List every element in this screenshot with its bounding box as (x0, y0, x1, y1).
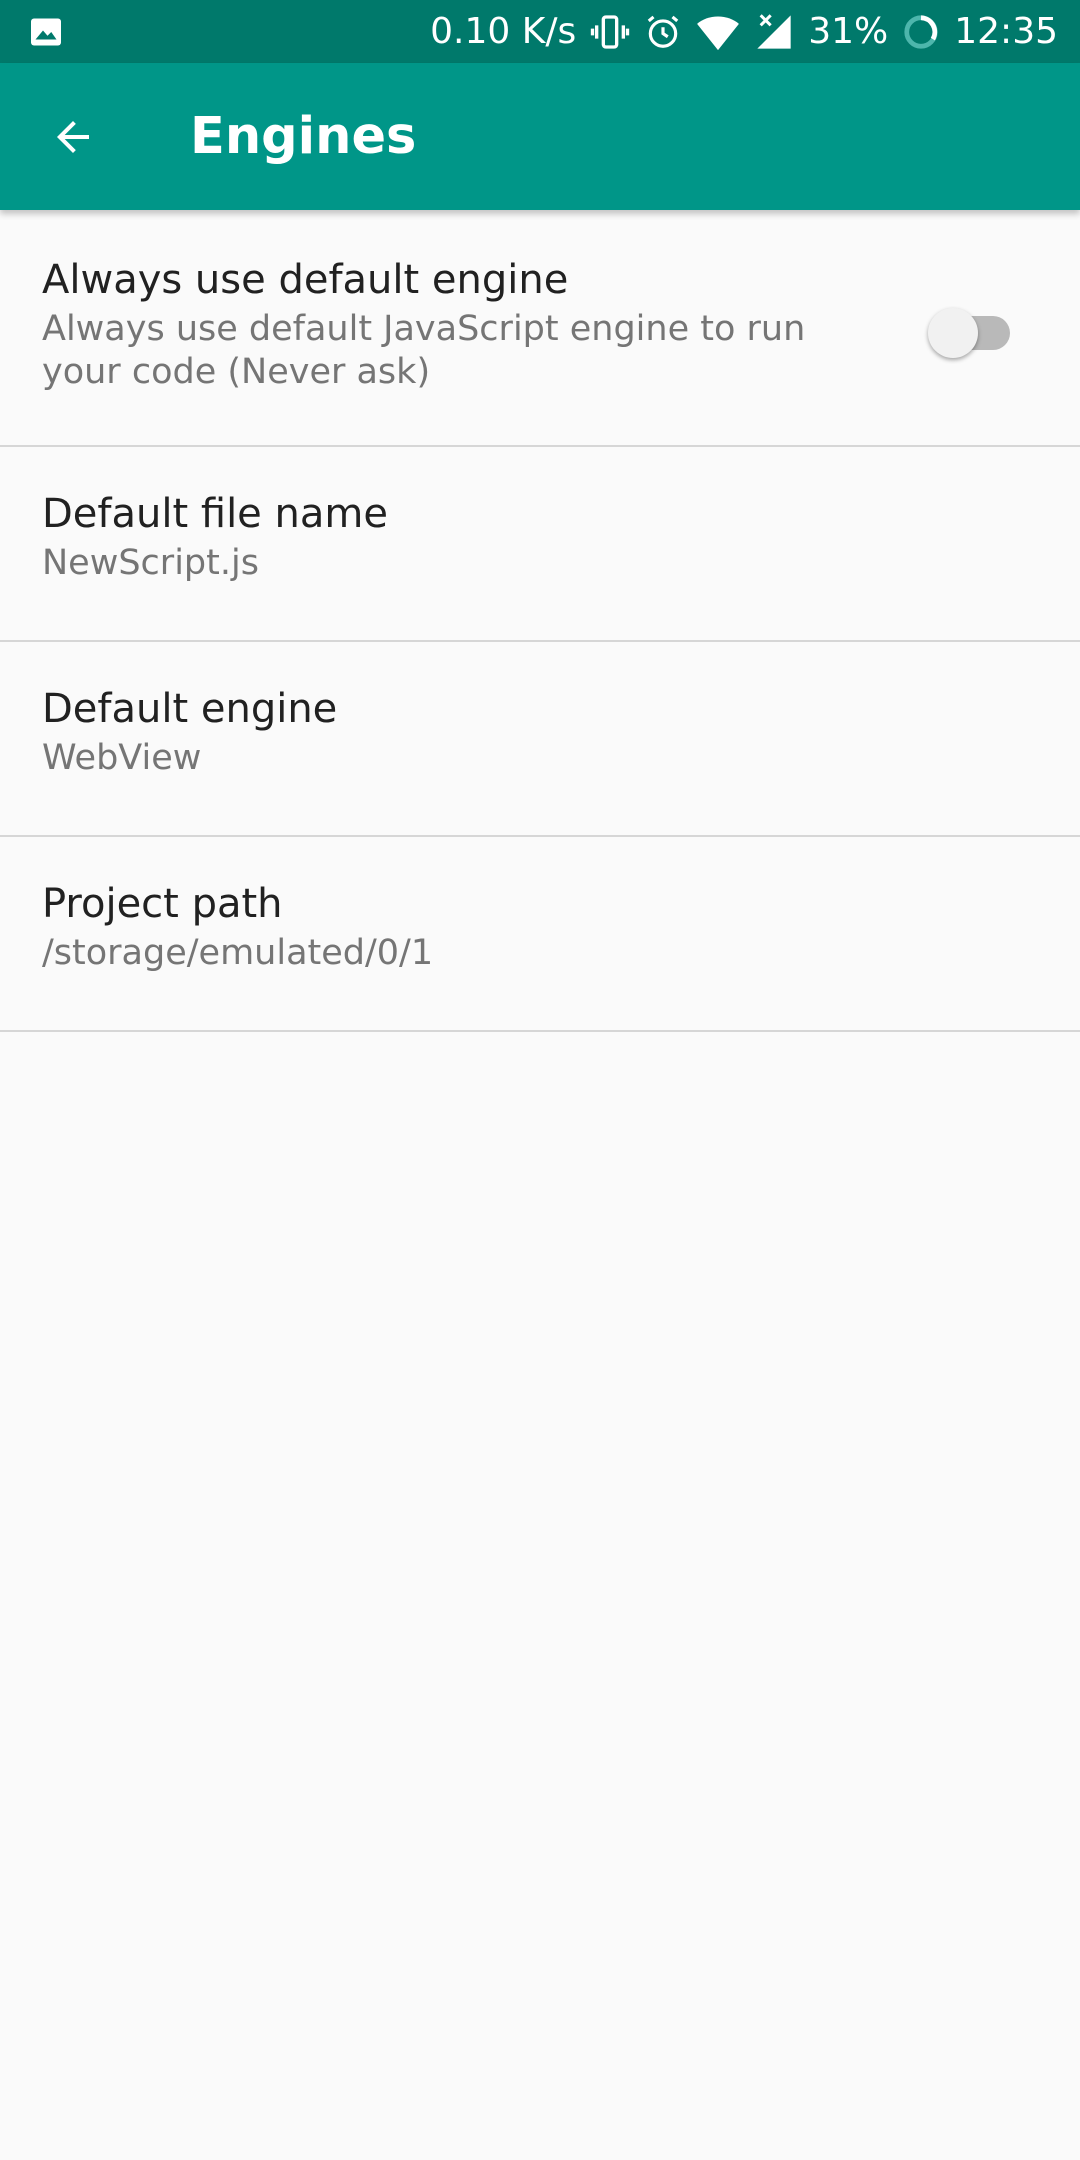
pref-default-engine[interactable]: Default engine WebView (0, 642, 1080, 837)
pref-summary: /storage/emulated/0/1 (42, 933, 434, 973)
pref-title: Always use default engine (42, 257, 569, 303)
pref-text: Always use default engine Always use def… (42, 256, 882, 394)
network-speed: 0.10 K/s (430, 11, 577, 52)
battery-icon (902, 13, 940, 51)
back-button[interactable] (36, 100, 110, 174)
pref-title: Project path (42, 881, 283, 927)
status-left (28, 14, 64, 50)
signal-icon (754, 12, 794, 52)
page-title: Engines (190, 107, 417, 166)
pref-project-path[interactable]: Project path /storage/emulated/0/1 (0, 837, 1080, 1032)
pref-title: Default file name (42, 491, 388, 537)
status-bar: 0.10 K/s 31% 12:35 (0, 0, 1080, 63)
pref-title: Default engine (42, 686, 338, 732)
always-default-engine-switch[interactable] (928, 306, 1010, 358)
pref-default-file-name[interactable]: Default file name NewScript.js (0, 447, 1080, 642)
wifi-icon (696, 12, 740, 52)
arrow-left-icon (49, 113, 97, 161)
pref-always-use-default-engine[interactable]: Always use default engine Always use def… (0, 210, 1080, 447)
vibrate-icon (590, 12, 630, 52)
status-right: 0.10 K/s 31% 12:35 (430, 11, 1058, 52)
pref-summary: Always use default JavaScript engine to … (42, 309, 806, 392)
image-icon (28, 14, 64, 50)
clock: 12:35 (954, 11, 1058, 52)
alarm-icon (644, 13, 682, 51)
switch-thumb (928, 308, 978, 358)
preferences-list: Always use default engine Always use def… (0, 210, 1080, 1032)
pref-summary: WebView (42, 738, 202, 778)
battery-percent: 31% (808, 11, 889, 52)
app-bar: Engines (0, 63, 1080, 210)
pref-summary: NewScript.js (42, 543, 259, 583)
